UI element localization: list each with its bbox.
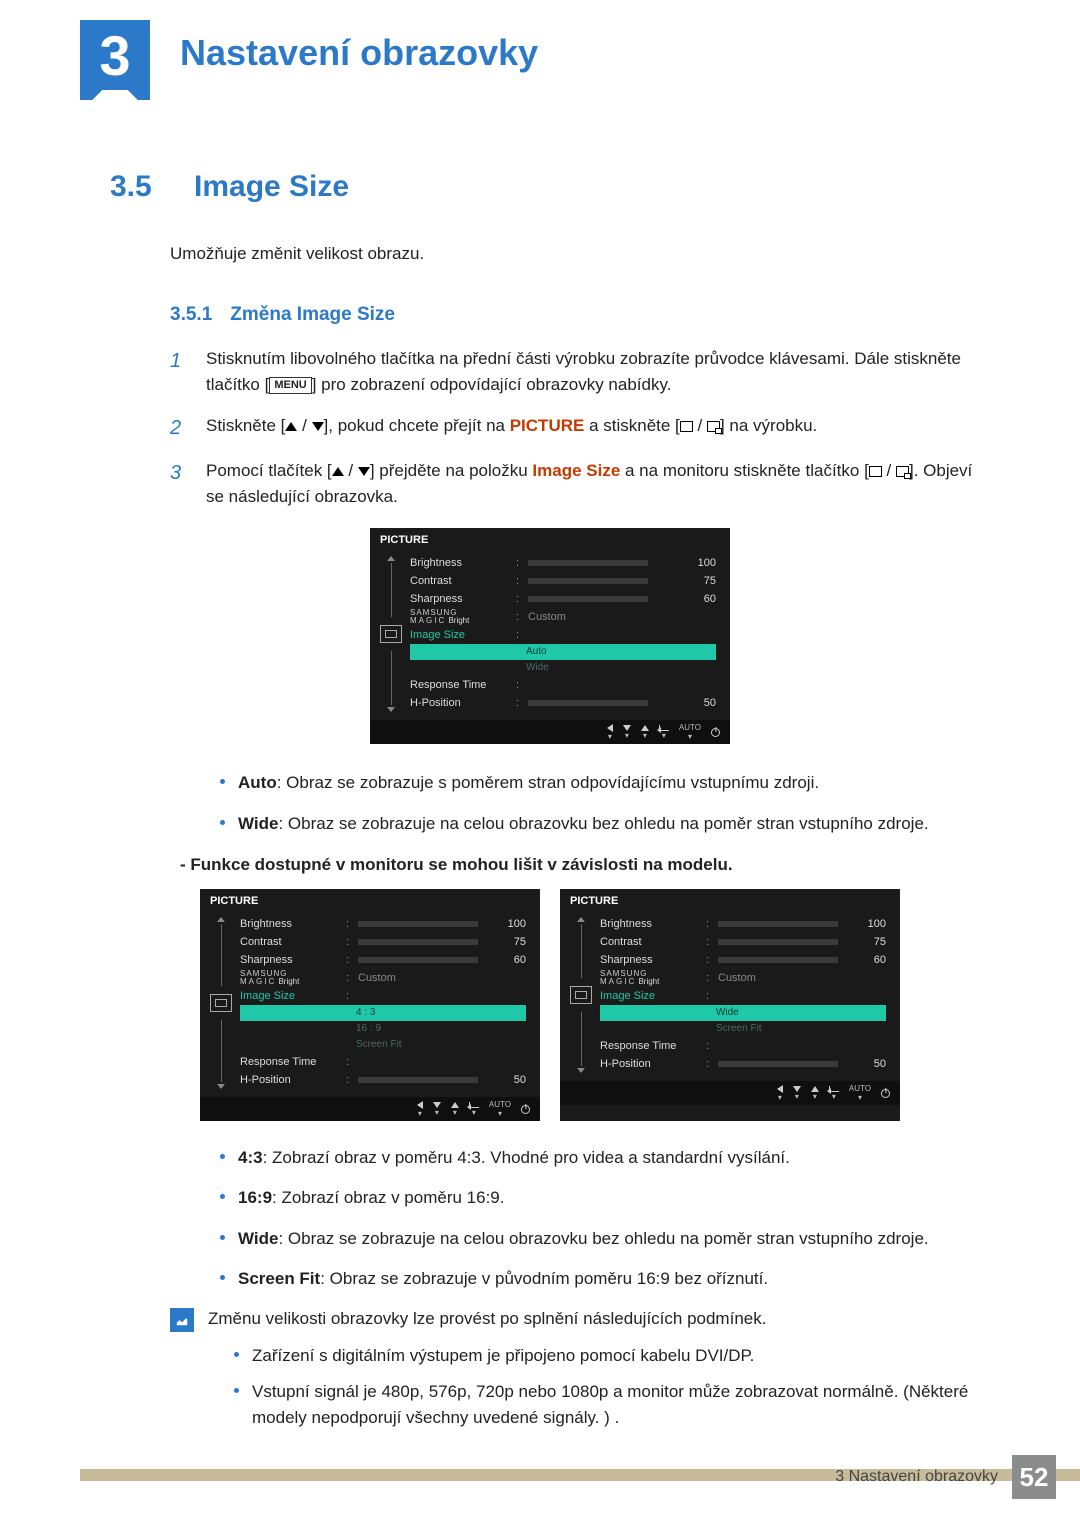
down-icon — [312, 422, 324, 431]
osd-panel-2: PICTURE Brightness:100 Contrast:75 Sharp… — [200, 889, 540, 1121]
subsection-title: Změna Image Size — [230, 304, 395, 326]
osd-power-icon — [711, 728, 720, 737]
note-block: Změnu velikosti obrazovky lze provést po… — [208, 1306, 990, 1441]
section-number: 3.5 — [110, 170, 170, 204]
model-note: - Funkce dostupné v monitoru se mohou li… — [180, 855, 990, 875]
osd-title: PICTURE — [370, 528, 730, 550]
chapter-title: Nastavení obrazovky — [180, 32, 538, 74]
step-1-number: 1 — [170, 346, 188, 399]
subsection-number: 3.5.1 — [170, 304, 212, 326]
osd-option-16-9: 16 : 9 — [240, 1021, 526, 1037]
osd-row-h-position: H-Position — [410, 697, 510, 709]
bullet-list-1: Auto: Obraz se zobrazuje s poměrem stran… — [220, 770, 990, 837]
step-2-text: Stiskněte [ / ], pokud chcete přejít na … — [206, 413, 817, 444]
osd-row-response-time: Response Time — [410, 679, 510, 691]
down-icon — [358, 467, 370, 476]
osd-down-icon — [623, 725, 631, 731]
osd-option-screen-fit: Screen Fit — [600, 1021, 886, 1037]
osd-row-magic-bright: SAMSUNGMAGIC Bright — [410, 609, 510, 625]
enter-icon — [896, 466, 909, 477]
osd-row-brightness: Brightness — [410, 557, 510, 569]
step-3-number: 3 — [170, 458, 188, 511]
osd-up-icon — [641, 725, 649, 731]
footer-text: 3 Nastavení obrazovky — [835, 1468, 998, 1486]
osd-enter-icon — [659, 725, 669, 731]
step-2-number: 2 — [170, 413, 188, 444]
osd-option-wide: Wide — [410, 660, 716, 676]
section-intro: Umožňuje změnit velikost obrazu. — [170, 244, 990, 264]
page-number: 52 — [1012, 1455, 1056, 1499]
step-3-text: Pomocí tlačítek [ / ] přejděte na položk… — [206, 458, 990, 511]
osd-option-wide: Wide — [600, 1005, 886, 1021]
osd-option-screen-fit: Screen Fit — [240, 1037, 526, 1053]
chapter-badge: 3 — [80, 20, 150, 90]
osd-row-image-size: Image Size — [410, 629, 510, 641]
select-icon — [869, 466, 882, 477]
category-picture-icon — [380, 625, 402, 643]
enter-icon — [707, 421, 720, 432]
menu-key-icon: MENU — [269, 377, 311, 394]
osd-panel-1: PICTURE Brightness:100 Contrast:75 Sharp… — [370, 528, 730, 744]
osd-back-icon — [607, 724, 613, 732]
osd-panel-3: PICTURE Brightness:100 Contrast:75 Sharp… — [560, 889, 900, 1121]
step-1-text: Stisknutím libovolného tlačítka na předn… — [206, 346, 990, 399]
osd-option-4-3: 4 : 3 — [240, 1005, 526, 1021]
note-icon — [170, 1308, 194, 1332]
osd-footer: ▾ ▾ ▾ ▾ AUTO▾ — [370, 720, 730, 744]
bullet-list-2: 4:3: Zobrazí obraz v poměru 4:3. Vhodné … — [220, 1145, 990, 1292]
osd-row-contrast: Contrast — [410, 575, 510, 587]
osd-option-auto: Auto — [410, 644, 716, 660]
osd-auto-label: AUTO — [679, 724, 701, 732]
scroll-down-icon — [387, 707, 395, 712]
up-icon — [332, 467, 344, 476]
up-icon — [285, 422, 297, 431]
scroll-up-icon — [387, 556, 395, 561]
select-icon — [680, 421, 693, 432]
section-title: Image Size — [194, 170, 349, 204]
osd-row-sharpness: Sharpness — [410, 593, 510, 605]
